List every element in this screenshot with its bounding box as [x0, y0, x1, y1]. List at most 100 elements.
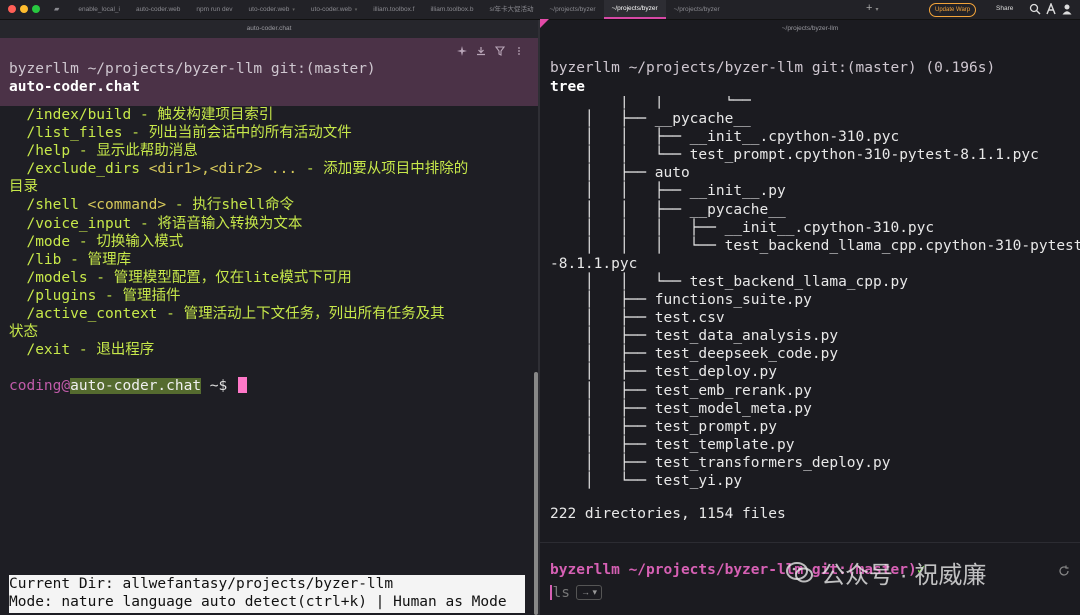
- tree-line: │ ├── functions_suite.py: [550, 292, 812, 309]
- tab-3[interactable]: npm run dev: [188, 0, 240, 19]
- help-command: /mode: [9, 233, 71, 250]
- ai-sparkle-icon[interactable]: [457, 46, 467, 56]
- help-description: 管理活动上下文任务，列出所有任务及其: [183, 306, 445, 323]
- help-separator: -: [131, 107, 158, 123]
- help-line: /shell <command> - 执行shell命令: [9, 196, 468, 214]
- help-line: /exclude_dirs <dir1>,<dir2> ... - 添加要从项目…: [9, 160, 468, 178]
- prompt-at: @: [61, 378, 71, 394]
- tab-label: ~/projects/byzer: [611, 4, 658, 12]
- tree-line: │ │ └── test_prompt.cpython-310-pytest-8…: [550, 147, 1039, 164]
- help-description: 列出当前会话中的所有活动文件: [148, 125, 352, 142]
- tab-label: uto-coder.web: [310, 5, 352, 13]
- chat-prompt[interactable]: coding@auto-coder.chat ~$: [9, 377, 247, 395]
- prompt-host: auto-coder.chat: [70, 378, 202, 394]
- tree-line: │ └── test_yi.py: [550, 472, 743, 489]
- tree-line: │ │ └── test_backend_llama_cpp.py: [550, 273, 908, 290]
- tree-line: │ │ │ ├── __init__.cpython-310.pyc: [550, 219, 935, 236]
- help-description: 管理库: [87, 251, 132, 268]
- help-separator: -: [131, 215, 158, 232]
- help-command: 目录: [9, 179, 38, 196]
- tree-line: │ ├── __pycache__: [550, 111, 751, 128]
- pane-title: ~/projects/byzer-llm: [781, 25, 839, 32]
- tree-line: │ ├── test_model_meta.py: [550, 400, 812, 417]
- share-button[interactable]: Share: [996, 3, 1013, 15]
- tab-7[interactable]: illiam.toolbox.b: [422, 0, 481, 19]
- help-line: 状态: [9, 323, 468, 341]
- help-command: /help: [9, 143, 71, 160]
- search-icon[interactable]: [1029, 3, 1041, 15]
- tab-9[interactable]: ~/projects/byzer: [542, 0, 604, 19]
- tree-line: │ │ ├── __init__.py: [550, 183, 786, 200]
- help-separator: -: [87, 269, 114, 286]
- block-title: auto-coder.chat: [9, 79, 140, 95]
- tab-label: illiam.toolbox.b: [430, 5, 474, 13]
- tree-line: │ ├── test_emb_rerank.py: [550, 382, 812, 399]
- help-command: 状态: [9, 324, 38, 341]
- left-terminal-pane[interactable]: auto-coder.chat byzerllm ~/projects/byze…: [0, 20, 538, 615]
- help-command: /active_context: [9, 306, 158, 323]
- prompt-user: coding: [9, 378, 62, 394]
- status-current-dir: Current Dir: allwefantasy/projects/byzer…: [9, 576, 394, 592]
- chevron-down-icon: ▾: [292, 6, 295, 13]
- tab-5[interactable]: uto-coder.web ▾: [303, 0, 365, 19]
- help-line: /voice_input - 将语音输入转换为文本: [9, 215, 468, 233]
- tab-label: illiam.toolbox.f: [373, 5, 415, 13]
- status-mode: Mode: nature language auto detect(ctrl+k…: [9, 594, 507, 610]
- help-command: /exit: [9, 342, 71, 359]
- help-line: /exit - 退出程序: [9, 341, 468, 359]
- autosuggest-chip[interactable]: → ▾: [575, 585, 602, 600]
- save-icon[interactable]: [476, 46, 486, 56]
- help-description: 退出程序: [96, 342, 155, 359]
- help-separator: -: [122, 125, 149, 142]
- tab-6[interactable]: illiam.toolbox.f: [365, 0, 422, 19]
- help-separator: -: [61, 251, 88, 268]
- tree-line: │ ├── test_data_analysis.py: [550, 328, 839, 345]
- block-title: tree: [550, 79, 585, 95]
- help-command: /list_files: [9, 125, 123, 142]
- help-command: /exclude_dirs: [9, 161, 149, 178]
- update-warp-button[interactable]: Update Warp: [929, 3, 977, 17]
- help-line: /active_context - 管理活动上下文任务，列出所有任务及其: [9, 305, 468, 323]
- tab-bar: ▰ enable_local_i auto-coder.web npm run dev…: [46, 0, 728, 19]
- tab-label: ~/projects/byzer: [673, 5, 720, 13]
- refresh-icon[interactable]: [1058, 565, 1070, 577]
- tree-line: │ │ ├── __init__.cpython-310.pyc: [550, 129, 900, 146]
- tab-1[interactable]: enable_local_i: [70, 0, 128, 19]
- right-terminal-pane[interactable]: ~/projects/byzer-llm byzerllm ~/projects…: [540, 20, 1080, 615]
- tab-label: auto-coder.web: [135, 5, 181, 13]
- help-command: /voice_input: [9, 215, 132, 232]
- help-description: 管理插件: [122, 287, 181, 304]
- tree-line: │ ├── auto: [550, 165, 690, 182]
- watermark: 公众号 · 祝威廉: [785, 555, 986, 590]
- tab-label: ~/projects/byzer: [549, 5, 596, 13]
- help-separator: -: [166, 197, 193, 214]
- prompt-path: ~/projects/byzer-llm: [619, 562, 804, 578]
- new-tab-button[interactable]: + ▾: [866, 2, 879, 14]
- tab-label: uto-coder.web: [248, 5, 290, 13]
- tab-4[interactable]: uto-coder.web ▾: [241, 0, 303, 19]
- help-separator: -: [70, 143, 97, 160]
- tree-line: │ ├── test_template.py: [550, 436, 795, 453]
- help-description: 管理模型配置，仅在lite模式下可用: [113, 269, 352, 286]
- ai-assistant-icon[interactable]: [1045, 3, 1057, 15]
- tab-8[interactable]: s/年卡大促活动: [481, 0, 541, 19]
- tree-line: │ ├── test.csv: [550, 310, 725, 327]
- tab-11[interactable]: ~/projects/byzer: [666, 0, 728, 19]
- more-options-icon[interactable]: [514, 46, 524, 56]
- tab-10[interactable]: ~/projects/byzer: [603, 0, 666, 19]
- block-command: byzerllm ~/projects/byzer-llm git:(maste…: [9, 61, 376, 77]
- command-input[interactable]: ls → ▾: [550, 584, 602, 602]
- tab-0[interactable]: ▰: [46, 0, 70, 19]
- block-separator: [540, 542, 1080, 543]
- help-separator: -: [157, 306, 184, 323]
- wechat-icon: [786, 561, 813, 582]
- minimize-window-button[interactable]: [20, 5, 28, 13]
- help-command: /index/build: [9, 107, 132, 123]
- filter-icon[interactable]: [495, 46, 505, 56]
- close-window-button[interactable]: [8, 5, 16, 13]
- tab-2[interactable]: auto-coder.web: [128, 0, 188, 19]
- maximize-window-button[interactable]: [32, 5, 40, 13]
- profile-icon[interactable]: [1061, 3, 1073, 15]
- tab-label: s/年卡大促活动: [489, 5, 534, 13]
- help-line: /index/build - 触发构建项目索引: [9, 106, 468, 124]
